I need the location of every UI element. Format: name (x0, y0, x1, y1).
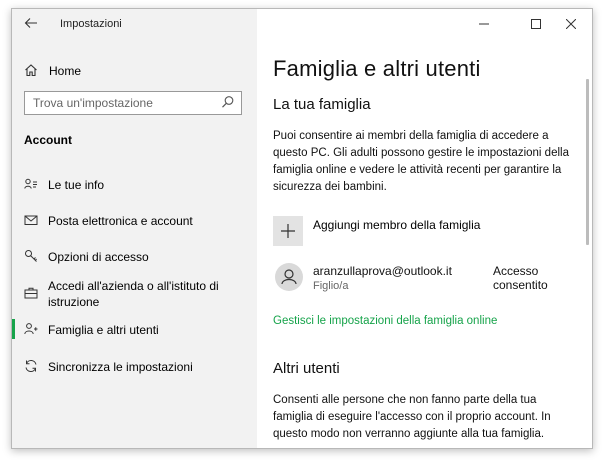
sidebar-item-label: Sincronizza le impostazioni (48, 360, 193, 374)
briefcase-icon (24, 286, 38, 300)
family-section-heading: La tua famiglia (273, 96, 371, 113)
home-nav-item[interactable]: Home (24, 61, 81, 81)
sync-icon (24, 359, 38, 373)
account-section-heading: Account (24, 133, 72, 147)
manage-family-online-link[interactable]: Gestisci le impostazioni della famiglia … (273, 315, 497, 327)
sidebar-item-your-info[interactable]: Le tue info (12, 177, 257, 193)
member-role: Figlio/a (313, 280, 349, 292)
people-icon (24, 322, 38, 336)
sidebar-item-label: Famiglia e altri utenti (48, 323, 159, 337)
user-icon (281, 269, 297, 285)
sidebar: Home Account Le tue info Posta elettroni… (12, 9, 257, 448)
window-title: Impostazioni (60, 18, 122, 30)
search-box[interactable] (24, 91, 242, 115)
key-icon (24, 249, 38, 263)
sidebar-item-sync[interactable]: Sincronizza le impostazioni (12, 359, 257, 375)
sidebar-item-label: Opzioni di accesso (48, 250, 149, 264)
plus-icon (281, 224, 295, 238)
add-family-member-label[interactable]: Aggiungi membro della famiglia (313, 218, 480, 232)
sidebar-item-label: Accedi all'azienda o all'istituto di ist… (48, 279, 219, 309)
search-input[interactable] (33, 95, 218, 111)
title-bar: Impostazioni (12, 9, 592, 41)
search-icon[interactable] (221, 95, 235, 109)
minimize-icon[interactable] (466, 13, 502, 37)
page-title: Famiglia e altri utenti (273, 56, 481, 81)
sidebar-item-label: Posta elettronica e account (48, 214, 193, 228)
person-card-icon (24, 177, 38, 191)
close-icon[interactable] (553, 13, 589, 37)
other-users-heading: Altri utenti (273, 360, 340, 377)
maximize-icon[interactable] (518, 13, 554, 37)
other-users-description: Consenti alle persone che non fanno part… (273, 394, 551, 440)
add-family-member-button[interactable] (273, 216, 303, 246)
sidebar-item-work-school[interactable]: Accedi all'azienda o all'istituto di ist… (12, 278, 257, 310)
main-content: Famiglia e altri utenti La tua famiglia … (257, 9, 592, 448)
home-icon (24, 63, 40, 80)
sidebar-item-sign-in-options[interactable]: Opzioni di accesso (12, 249, 257, 265)
sidebar-item-family[interactable]: Famiglia e altri utenti (12, 322, 257, 338)
mail-icon (24, 213, 38, 227)
avatar[interactable] (275, 263, 303, 291)
family-description: Puoi consentire ai membri della famiglia… (273, 130, 569, 193)
member-status: Accesso consentito (493, 264, 548, 292)
sidebar-item-email-accounts[interactable]: Posta elettronica e account (12, 213, 257, 229)
member-email[interactable]: aranzullaprova@outlook.it (313, 264, 452, 278)
scrollbar[interactable] (586, 79, 589, 245)
back-arrow-icon[interactable] (20, 15, 42, 35)
settings-window: Home Account Le tue info Posta elettroni… (11, 8, 593, 449)
sidebar-item-label: Le tue info (48, 178, 105, 192)
home-label: Home (49, 64, 82, 78)
